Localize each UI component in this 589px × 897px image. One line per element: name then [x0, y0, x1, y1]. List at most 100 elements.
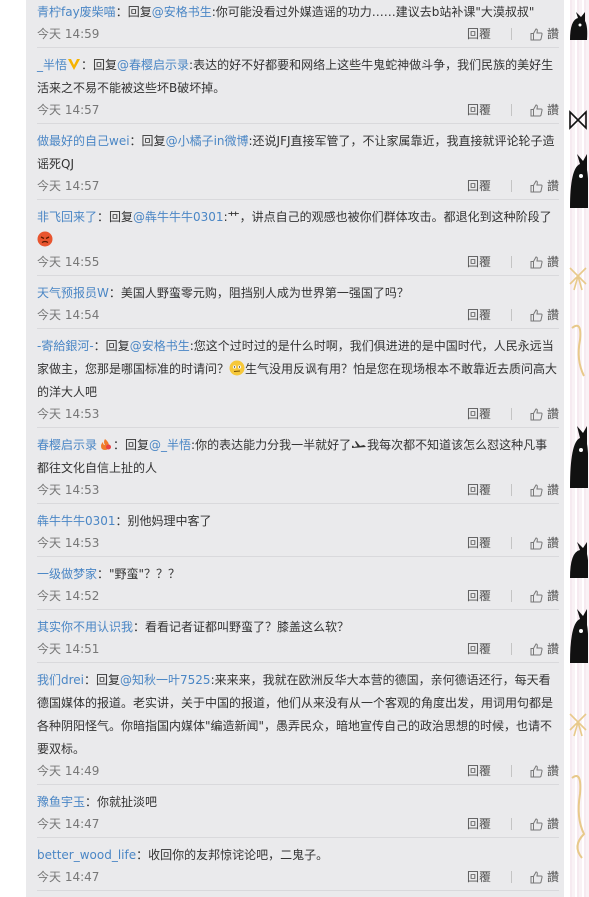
mention-link[interactable]: @知秋一叶7525	[120, 673, 211, 687]
thumbs-up-icon	[530, 642, 543, 655]
like-button[interactable]: 讚	[530, 306, 559, 324]
thumbs-up-icon	[530, 103, 543, 116]
reply-button[interactable]: 回覆	[467, 481, 491, 499]
comment-author-link[interactable]: -寄給銀河-	[37, 339, 94, 353]
comment-item: 青柠fay废柴喵：回复@安格书生:你可能没看过外媒造谣的功力……建议去b站补课"…	[37, 0, 559, 48]
divider	[510, 256, 512, 268]
cat-icon	[570, 154, 588, 208]
like-label: 讚	[546, 27, 559, 41]
cat-icon	[570, 609, 588, 663]
like-button[interactable]: 讚	[530, 101, 559, 119]
comment-body: 青柠fay废柴喵：回复@安格书生:你可能没看过外媒造谣的功力……建议去b站补课"…	[37, 1, 559, 24]
like-label: 讚	[546, 255, 559, 269]
reply-button[interactable]: 回覆	[467, 534, 491, 552]
comment-meta: 今天 14:53 回覆 讚	[37, 405, 559, 423]
thumbs-up-icon	[530, 407, 543, 420]
comment-body: 我们drei：回复@知秋一叶7525:来来来，我就在欧洲反华大本营的德国，亲何德…	[37, 669, 559, 761]
comment-timestamp: 今天 14:57	[37, 179, 100, 193]
reply-button[interactable]: 回覆	[467, 868, 491, 886]
comment-author-link[interactable]: 青柠fay废柴喵	[37, 5, 116, 19]
comment-author-link[interactable]: 春樱启示录	[37, 438, 97, 452]
comment-body: 一级做梦家："野蛮"？？？	[37, 563, 559, 586]
mention-link[interactable]: @犇牛牛牛0301	[133, 210, 224, 224]
cat-icon	[570, 542, 588, 578]
like-button[interactable]: 讚	[530, 177, 559, 195]
comment-author-link[interactable]: 我们drei	[37, 673, 84, 687]
mention-link[interactable]: @小橘子in微博	[166, 134, 249, 148]
angry-face-emoji-icon	[37, 231, 53, 247]
comment-author-link[interactable]: 豫鱼宇玉	[37, 795, 85, 809]
comment-text: ：回复	[84, 673, 121, 687]
comment-meta: 今天 14:57 回覆 讚	[37, 177, 559, 195]
comment-text: :你可能没看过外媒造谣的功力……建议去b站补课"大漠叔叔"	[211, 5, 535, 19]
comment-meta: 今天 14:55 回覆 讚	[37, 253, 559, 271]
comment-author-link[interactable]: 天气预报员W	[37, 286, 109, 300]
like-button[interactable]: 讚	[530, 534, 559, 552]
like-label: 讚	[546, 817, 559, 831]
mention-link[interactable]: @春樱启示录	[117, 58, 189, 72]
comment-author-link[interactable]: better_wood_life	[37, 848, 136, 862]
mention-link[interactable]: @安格书生	[152, 5, 212, 19]
comment-item: 其实你不用认识我：看看记者证都叫野蛮了？膝盖这么软？ 今天 14:51 回覆 讚	[37, 610, 559, 663]
divider	[510, 309, 512, 321]
comment-item: _半悟 ：回复@春樱启示录:表达的好不好都要和网络上这些牛鬼蛇神做斗争，我们民族的…	[37, 48, 559, 124]
comment-item: 做最好的自己wei：回复@小橘子in微博:还说JFJ直接军管了，不让家属靠近，我…	[37, 124, 559, 200]
comment-item: 豫鱼宇玉：你就扯淡吧 今天 14:47 回覆 讚	[37, 785, 559, 838]
verified-badge-icon	[67, 58, 81, 72]
thumbs-up-icon	[530, 764, 543, 777]
like-label: 讚	[546, 642, 559, 656]
like-button[interactable]: 讚	[530, 762, 559, 780]
comment-author-link[interactable]: 做最好的自己wei	[37, 134, 130, 148]
like-button[interactable]: 讚	[530, 815, 559, 833]
reply-button[interactable]: 回覆	[467, 101, 491, 119]
comment-timestamp: 今天 14:49	[37, 764, 100, 778]
thumbs-up-icon	[530, 817, 543, 830]
comment-author-link[interactable]: _半悟	[37, 58, 67, 72]
thumbs-up-icon	[530, 536, 543, 549]
reply-button[interactable]: 回覆	[467, 405, 491, 423]
reply-button[interactable]: 回覆	[467, 762, 491, 780]
divider	[510, 818, 512, 830]
bow-icon	[569, 110, 587, 130]
like-button[interactable]: 讚	[530, 405, 559, 423]
comment-body: 春樱启示录 ：回复@_半悟:你的表达能力分我一半就好了 我每次都不知道该怎么怼这种凡…	[37, 434, 559, 480]
comment-timestamp: 今天 14:51	[37, 642, 100, 656]
comment-text: ：回复	[93, 339, 130, 353]
comment-timestamp: 今天 14:54	[37, 308, 100, 322]
like-label: 讚	[546, 103, 559, 117]
comment-meta: 今天 14:47 回覆 讚	[37, 815, 559, 833]
like-button[interactable]: 讚	[530, 868, 559, 886]
comment-timestamp: 今天 14:53	[37, 407, 100, 421]
comment-meta: 今天 14:47 回覆 讚	[37, 868, 559, 886]
reply-button[interactable]: 回覆	[467, 253, 491, 271]
comment-author-link[interactable]: 一级做梦家	[37, 567, 97, 581]
comment-author-link[interactable]: 犇牛牛牛0301	[37, 514, 116, 528]
like-button[interactable]: 讚	[530, 587, 559, 605]
mention-link[interactable]: @_半悟	[149, 438, 191, 452]
ribbon-icon	[569, 267, 587, 291]
like-button[interactable]: 讚	[530, 481, 559, 499]
plane-emoji-icon	[351, 438, 367, 452]
like-button[interactable]: 讚	[530, 253, 559, 271]
reply-button[interactable]: 回覆	[467, 587, 491, 605]
reply-button[interactable]: 回覆	[467, 25, 491, 43]
reply-button[interactable]: 回覆	[467, 640, 491, 658]
comment-text: ："野蛮"？？？	[97, 567, 181, 581]
comment-body: _半悟 ：回复@春樱启示录:表达的好不好都要和网络上这些牛鬼蛇神做斗争，我们民族的…	[37, 54, 559, 100]
like-button[interactable]: 讚	[530, 640, 559, 658]
comment-meta: 今天 14:53 回覆 讚	[37, 481, 559, 499]
comment-body: 非飞回来了：回复@犇牛牛牛0301:艹，讲点自己的观感也被你们群体攻击。都退化到…	[37, 206, 559, 252]
mention-link[interactable]: @安格书生	[130, 339, 190, 353]
fire-badge-icon	[97, 438, 113, 452]
comment-timestamp: 今天 14:52	[37, 589, 100, 603]
comment-timestamp: 今天 14:57	[37, 103, 100, 117]
reply-button[interactable]: 回覆	[467, 177, 491, 195]
comment-body: 豫鱼宇玉：你就扯淡吧	[37, 791, 559, 814]
comment-author-link[interactable]: 其实你不用认识我	[37, 620, 133, 634]
reply-button[interactable]: 回覆	[467, 815, 491, 833]
reply-button[interactable]: 回覆	[467, 306, 491, 324]
divider	[510, 484, 512, 496]
comment-timestamp: 今天 14:59	[37, 27, 100, 41]
comment-author-link[interactable]: 非飞回来了	[37, 210, 97, 224]
like-button[interactable]: 讚	[530, 25, 559, 43]
